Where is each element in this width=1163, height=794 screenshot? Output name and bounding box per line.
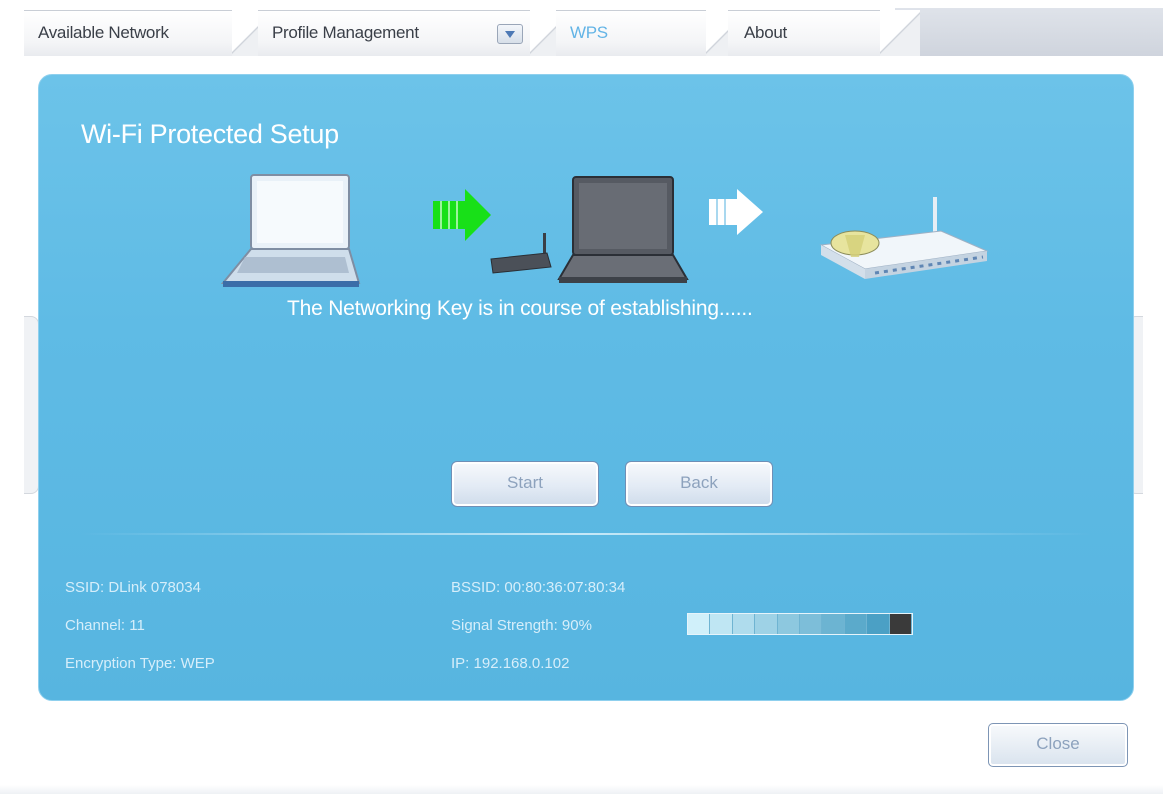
wps-status-text: The Networking Key is in course of estab… (287, 297, 753, 320)
tab-available-network[interactable]: Available Network (24, 10, 250, 56)
wps-panel: Wi-Fi Protected Setup The Networking Key… (38, 74, 1134, 701)
signal-segment (822, 614, 845, 634)
panel-side-notch (24, 316, 39, 494)
router-icon (490, 176, 689, 283)
ip-text: IP: 192.168.0.102 (451, 655, 570, 672)
close-button[interactable]: Close (988, 723, 1128, 767)
window-bottom-edge (0, 785, 1163, 794)
tab-about[interactable]: About (728, 10, 898, 56)
page-title: Wi-Fi Protected Setup (81, 119, 339, 149)
start-button[interactable]: Start (451, 461, 599, 507)
signal-segment (755, 614, 778, 634)
encryption-text: Encryption Type: WEP (65, 655, 215, 672)
access-point-icon (819, 197, 989, 279)
divider (81, 533, 1091, 535)
tab-label: WPS (570, 23, 608, 42)
signal-segment (889, 614, 913, 634)
tab-wps[interactable]: WPS (556, 10, 726, 56)
profile-dropdown-button[interactable] (497, 24, 523, 44)
tab-bar-background (895, 8, 1163, 56)
signal-segment (844, 614, 868, 634)
signal-strength-bar (687, 613, 913, 635)
signal-segment (688, 614, 711, 634)
signal-segment (800, 614, 823, 634)
bssid-text: BSSID: 00:80:36:07:80:34 (451, 579, 626, 596)
dropdown-arrow-icon (505, 30, 515, 38)
signal-segment (777, 614, 801, 634)
tab-label: Available Network (38, 23, 169, 42)
signal-segment (732, 614, 756, 634)
back-button[interactable]: Back (625, 461, 773, 507)
white-arrow-icon (709, 189, 763, 235)
signal-segment (710, 614, 733, 634)
laptop-icon (220, 174, 361, 287)
tab-label: Profile Management (272, 23, 419, 42)
tab-bar: Available Network Profile Management WPS… (0, 0, 1163, 66)
green-arrow-icon (433, 189, 491, 241)
channel-text: Channel: 11 (65, 617, 145, 634)
signal-strength-text: Signal Strength: 90% (451, 617, 592, 634)
ssid-text: SSID: DLink 078034 (65, 579, 201, 596)
signal-segment (867, 614, 890, 634)
tab-divider (880, 10, 920, 56)
tab-label: About (744, 23, 787, 42)
